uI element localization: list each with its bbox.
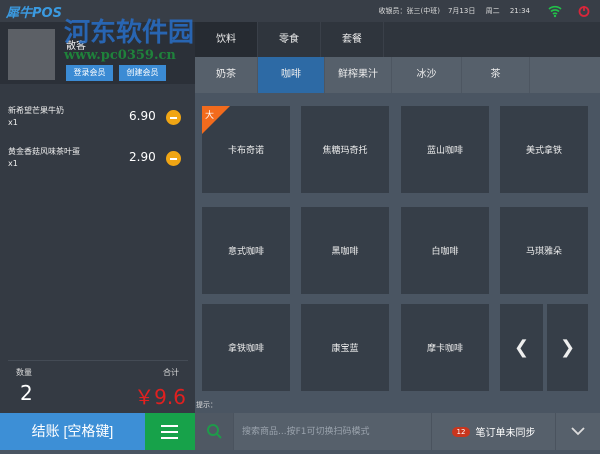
expand-button[interactable] bbox=[555, 413, 600, 450]
order-item[interactable]: 黄金香菇风味茶叶蛋 x1 2.90 bbox=[8, 146, 188, 186]
search-input[interactable] bbox=[233, 413, 431, 450]
total-qty: 2 bbox=[20, 381, 33, 405]
tip-label: 提示： bbox=[196, 401, 217, 409]
time: 21:34 bbox=[509, 7, 530, 15]
product-tile[interactable]: 马琪雅朵 bbox=[500, 207, 588, 294]
product-tile[interactable]: 康宝蓝 bbox=[301, 304, 389, 391]
cashier: 收银员：张三(中班) bbox=[378, 7, 440, 15]
item-qty: x1 bbox=[8, 159, 18, 168]
remove-icon[interactable] bbox=[166, 110, 181, 125]
app-logo: 犀牛POS bbox=[6, 6, 62, 21]
total-sum: ￥9.6 bbox=[134, 385, 186, 409]
size-badge-label: 大 bbox=[205, 111, 215, 121]
remove-icon[interactable] bbox=[166, 151, 181, 166]
chevron-left-icon: ❮ bbox=[513, 337, 530, 358]
subtab-milk-tea[interactable]: 奶茶 bbox=[195, 57, 258, 93]
subtab-tea[interactable]: 茶 bbox=[462, 57, 530, 93]
order-item[interactable]: 新希望芒果牛奶 x1 6.90 bbox=[8, 105, 188, 145]
product-tile[interactable]: 拿铁咖啡 bbox=[202, 304, 290, 391]
prev-page-button[interactable]: ❮ bbox=[500, 304, 543, 391]
tab-combos[interactable]: 套餐 bbox=[321, 22, 384, 57]
customer-name: 散客 bbox=[66, 41, 86, 52]
chevron-down-icon bbox=[571, 427, 585, 436]
divider bbox=[8, 360, 188, 361]
sync-status-button[interactable]: 12 笔订单未同步 bbox=[431, 413, 555, 450]
chevron-right-icon: ❯ bbox=[559, 337, 576, 358]
product-tile[interactable]: 摩卡咖啡 bbox=[401, 304, 489, 391]
product-tile[interactable]: 蓝山咖啡 bbox=[401, 106, 489, 193]
item-price: 6.90 bbox=[129, 109, 156, 123]
subtab-coffee[interactable]: 咖啡 bbox=[258, 57, 325, 93]
product-tile[interactable]: 黑咖啡 bbox=[301, 207, 389, 294]
checkout-button[interactable]: 结账 [空格键] bbox=[0, 413, 145, 450]
product-tile[interactable]: 意式咖啡 bbox=[202, 207, 290, 294]
product-tile[interactable]: 白咖啡 bbox=[401, 207, 489, 294]
weekday: 周二 bbox=[485, 7, 500, 15]
sync-count-badge: 12 bbox=[451, 426, 471, 437]
sync-label: 笔订单未同步 bbox=[475, 428, 536, 439]
status-info: 收银员：张三(中班) 7月13日 周二 21:34 bbox=[371, 6, 531, 16]
date: 7月13日 bbox=[447, 7, 476, 15]
login-member-button[interactable]: 登录会员 bbox=[66, 65, 113, 81]
next-page-button[interactable]: ❯ bbox=[547, 304, 588, 391]
tab-snacks[interactable]: 零食 bbox=[258, 22, 321, 57]
product-tile[interactable]: 美式拿铁 bbox=[500, 106, 588, 193]
qty-label: 数量 bbox=[16, 368, 32, 377]
create-member-button[interactable]: 创建会员 bbox=[119, 65, 166, 81]
item-price: 2.90 bbox=[129, 150, 156, 164]
menu-button[interactable] bbox=[145, 413, 195, 450]
power-icon[interactable] bbox=[578, 5, 590, 17]
item-name: 黄金香菇风味茶叶蛋 bbox=[8, 147, 80, 156]
item-name: 新希望芒果牛奶 bbox=[8, 106, 64, 115]
subtab-smoothie[interactable]: 冰沙 bbox=[392, 57, 462, 93]
search-icon bbox=[207, 424, 222, 439]
wifi-icon bbox=[548, 5, 562, 18]
item-qty: x1 bbox=[8, 118, 18, 127]
tab-drinks[interactable]: 饮料 bbox=[195, 22, 258, 57]
search-button[interactable] bbox=[195, 413, 233, 450]
subtab-juice[interactable]: 鲜榨果汁 bbox=[325, 57, 392, 93]
sum-label: 合计 bbox=[163, 368, 179, 377]
avatar bbox=[8, 29, 55, 80]
product-tile[interactable]: 焦糖玛奇托 bbox=[301, 106, 389, 193]
